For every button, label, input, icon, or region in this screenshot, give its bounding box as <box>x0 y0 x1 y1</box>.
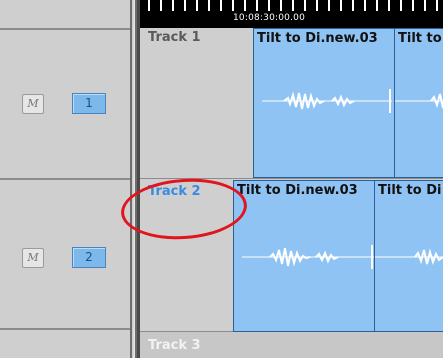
waveform <box>395 93 443 109</box>
track-3-name[interactable]: Track 3 <box>148 338 201 353</box>
panel-splitter[interactable] <box>130 0 140 358</box>
clip-title: Tilt to Di <box>378 183 442 198</box>
track-1-header[interactable]: M 1 <box>0 30 130 177</box>
ruler-tick <box>328 0 330 11</box>
ruler-tick <box>412 0 414 11</box>
track-1-number-button[interactable]: 1 <box>72 93 106 114</box>
mute-button-track-1[interactable]: M <box>22 94 44 114</box>
clip-title: Tilt to Di.new.03 <box>237 183 358 198</box>
timeline-ruler[interactable]: 10:08:30:00.00 <box>140 0 443 28</box>
track-header-top <box>0 0 130 28</box>
ruler-tick <box>196 0 198 11</box>
clip-title: Tilt to <box>398 31 442 46</box>
ruler-tick <box>148 0 150 11</box>
track-1-name[interactable]: Track 1 <box>148 30 201 45</box>
waveform <box>375 248 443 266</box>
audio-clip[interactable]: Tilt to Di <box>374 180 443 332</box>
ruler-tick <box>292 0 294 11</box>
waveform <box>262 89 392 113</box>
ruler-tick <box>172 0 174 11</box>
ruler-tick <box>400 0 402 11</box>
clip-title: Tilt to Di.new.03 <box>257 31 378 46</box>
ruler-tick <box>424 0 426 11</box>
ruler-tick <box>160 0 162 11</box>
ruler-tick <box>352 0 354 11</box>
ruler-tick <box>232 0 234 11</box>
waveform <box>242 245 374 269</box>
track-2-header[interactable]: M 2 <box>0 180 130 328</box>
audio-clip[interactable]: Tilt to <box>394 28 443 178</box>
ruler-tick <box>256 0 258 11</box>
ruler-tick <box>376 0 378 11</box>
track-2-number-button[interactable]: 2 <box>72 247 106 268</box>
ruler-tick <box>220 0 222 11</box>
ruler-tick <box>364 0 366 11</box>
ruler-tick <box>316 0 318 11</box>
ruler-tick <box>388 0 390 11</box>
audio-clip[interactable]: Tilt to Di.new.03 <box>233 180 375 332</box>
ruler-tick <box>436 0 438 11</box>
track-3-header[interactable] <box>0 330 130 358</box>
audio-clip[interactable]: Tilt to Di.new.03 <box>253 28 395 178</box>
ruler-timecode: 10:08:30:00.00 <box>233 13 306 23</box>
ruler-tick <box>244 0 246 11</box>
ruler-tick <box>280 0 282 11</box>
mute-button-track-2[interactable]: M <box>22 248 44 268</box>
ruler-tick <box>340 0 342 11</box>
ruler-tick <box>304 0 306 11</box>
ruler-tick <box>184 0 186 11</box>
ruler-tick <box>208 0 210 11</box>
ruler-tick <box>268 0 270 11</box>
